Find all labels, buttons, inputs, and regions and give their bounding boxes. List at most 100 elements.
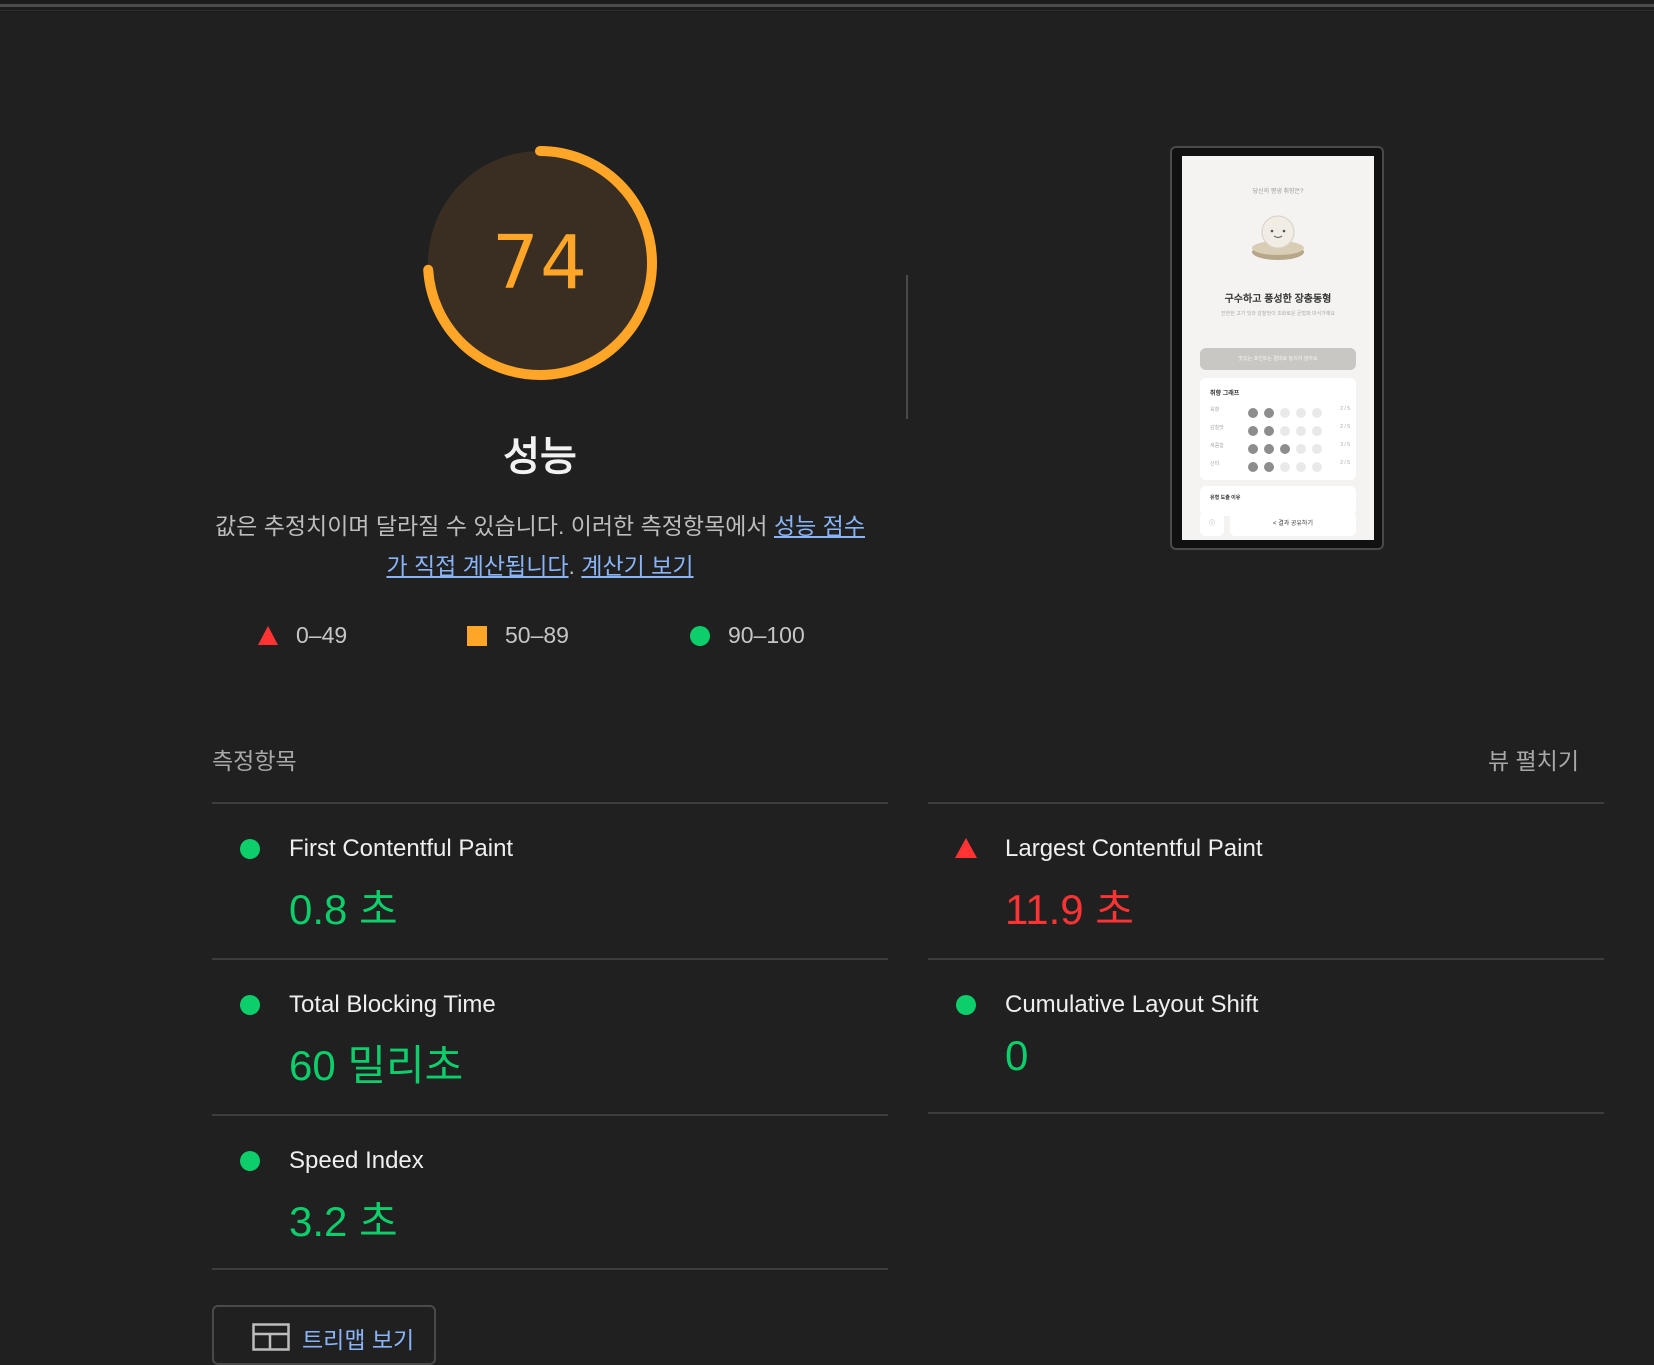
rating-dot (1312, 462, 1322, 472)
thumb-row-value: 2 / 5 (1340, 406, 1350, 412)
metric-largest-contentful-paint: Largest Contentful Paint 11.9 초 (928, 802, 1604, 957)
triangle-icon (258, 626, 278, 645)
metric-title: Total Blocking Time (289, 991, 496, 1018)
thumb-row-label: 육향 (1210, 407, 1220, 413)
dumpling-character-image (1250, 208, 1306, 264)
gauge-title: 성능 (503, 435, 577, 479)
rating-dot (1312, 426, 1322, 436)
thumb-graph-row: 새콤함 3 / 5 (1210, 440, 1350, 454)
thumb-row-dots (1248, 405, 1328, 423)
metric-divider (928, 1112, 1604, 1114)
thumb-row-label: 산미 (1210, 461, 1220, 467)
metric-value: 11.9 초 (1005, 886, 1134, 933)
thumb-taste-graph: 취향 그래프 육향 2 / 5 감칠맛 2 / 5 새콤함 3 / 5 산미 2 / 5 (1200, 378, 1356, 480)
vertical-divider (906, 275, 908, 419)
metric-value: 0.8 초 (289, 886, 398, 933)
rating-dot (1280, 462, 1290, 472)
description-separator: . (568, 553, 582, 579)
thumb-row-dots (1248, 423, 1328, 441)
rating-dot (1248, 426, 1258, 436)
legend-range: 0–49 (296, 622, 348, 648)
metric-title: Speed Index (289, 1147, 424, 1174)
rating-dot (1296, 408, 1306, 418)
pass-circle-icon (240, 1151, 260, 1171)
view-treemap-button[interactable]: 트리맵 보기 (212, 1305, 436, 1365)
thumb-share-label: 결과 공유하기 (1278, 521, 1313, 527)
thumb-question: 당신의 평냉 취향은? (1252, 189, 1304, 195)
description-text: 값은 추정치이며 달라질 수 있습니다. 이러한 측정항목에서 (215, 513, 774, 539)
legend-item-average: 50–89 (467, 622, 569, 649)
metrics-heading: 측정항목 (212, 748, 297, 774)
pass-circle-icon (956, 995, 976, 1015)
fail-triangle-icon (955, 838, 977, 858)
thumb-row-label: 감칠맛 (1210, 425, 1224, 431)
thumb-graph-row: 육향 2 / 5 (1210, 404, 1350, 418)
top-edge (0, 0, 1654, 12)
metric-divider (928, 958, 1604, 960)
rating-dot (1280, 444, 1290, 454)
treemap-icon (252, 1323, 290, 1356)
thumb-graph-row: 산미 2 / 5 (1210, 458, 1350, 472)
metric-divider (212, 958, 888, 960)
thumb-info-button: ⓘ (1200, 512, 1224, 536)
thumb-bottom-bar: ⓘ < 결과 공유하기 (1200, 512, 1356, 536)
square-icon (467, 625, 487, 646)
metric-divider (212, 1114, 888, 1116)
rating-dot (1296, 426, 1306, 436)
metric-speed-index: Speed Index 3.2 초 (212, 1114, 888, 1269)
treemap-label: 트리맵 보기 (302, 1327, 415, 1353)
thumb-title: 구수하고 풍성한 장충동형 (1224, 294, 1332, 305)
thumb-graph-row: 감칠맛 2 / 5 (1210, 422, 1350, 436)
pass-circle-icon (240, 839, 260, 859)
metric-divider (928, 802, 1604, 804)
pass-circle-icon (240, 995, 260, 1015)
thumb-row-dots (1248, 441, 1328, 459)
gauge-score: 74 (491, 220, 589, 306)
metric-first-contentful-paint: First Contentful Paint 0.8 초 (212, 802, 888, 957)
legend-item-pass: 90–100 (690, 622, 805, 649)
score-legend: 0–49 50–89 90–100 (0, 622, 1654, 656)
thumb-row-value: 2 / 5 (1340, 460, 1350, 466)
rating-dot (1280, 426, 1290, 436)
metric-divider (212, 1268, 888, 1270)
thumb-reason-title: 유형 도출 이유 (1210, 495, 1241, 501)
rating-dot (1264, 408, 1274, 418)
legend-item-fail: 0–49 (258, 622, 347, 649)
rating-dot (1312, 408, 1322, 418)
metric-value: 3.2 초 (289, 1198, 398, 1245)
metric-title: First Contentful Paint (289, 835, 514, 862)
thumb-subtitle: 진한한 고기 맛과 감칠맛이 조화로운 균형파 미식가예요 (1220, 311, 1336, 317)
thumb-row-label: 새콤함 (1210, 443, 1224, 449)
rating-dot (1296, 462, 1306, 472)
thumb-row-value: 3 / 5 (1340, 442, 1350, 448)
rating-dot (1296, 444, 1306, 454)
thumb-highlight-button: 맛있는 포인트는 절대로 놓치지 않아요 (1200, 348, 1356, 370)
thumb-share-button: < 결과 공유하기 (1230, 512, 1356, 536)
final-screenshot-frame[interactable]: 당신의 평냉 취향은? 구수하고 풍성한 장충동형 진한한 고기 맛과 감칠맛이… (1170, 146, 1384, 550)
calculator-link[interactable]: 계산기 보기 (581, 553, 693, 579)
rating-dot (1264, 426, 1274, 436)
metric-title: Cumulative Layout Shift (1005, 991, 1259, 1018)
rating-dot (1312, 444, 1322, 454)
metric-value: 60 밀리초 (289, 1042, 464, 1089)
rating-dot (1248, 444, 1258, 454)
rating-dot (1264, 462, 1274, 472)
rating-dot (1248, 408, 1258, 418)
thumb-row-dots (1248, 459, 1328, 477)
rating-dot (1280, 408, 1290, 418)
performance-gauge: 74 (412, 135, 668, 391)
metric-total-blocking-time: Total Blocking Time 60 밀리초 (212, 958, 888, 1113)
metric-divider (212, 802, 888, 804)
metric-value: 0 (1005, 1032, 1029, 1079)
rating-dot (1248, 462, 1258, 472)
rating-dot (1264, 444, 1274, 454)
legend-range: 50–89 (505, 622, 569, 648)
legend-range: 90–100 (728, 622, 805, 648)
metric-title: Largest Contentful Paint (1005, 835, 1263, 862)
expand-view-toggle[interactable]: 뷰 펼치기 (1488, 742, 1579, 776)
circle-icon (690, 625, 710, 646)
thumb-row-value: 2 / 5 (1340, 424, 1350, 430)
score-description: 값은 추정치이며 달라질 수 있습니다. 이러한 측정항목에서 성능 점수가 직… (205, 506, 875, 586)
final-screenshot: 당신의 평냉 취향은? 구수하고 풍성한 장충동형 진한한 고기 맛과 감칠맛이… (1182, 156, 1374, 540)
metric-cumulative-layout-shift: Cumulative Layout Shift 0 (928, 958, 1604, 1113)
